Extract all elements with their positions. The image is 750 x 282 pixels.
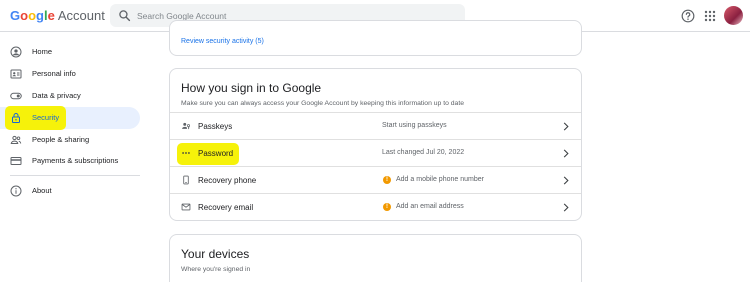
recovery-email-value: Add an email address (396, 203, 464, 210)
sidebar-item-label: Payments & subscriptions (32, 156, 119, 165)
security-activity-card: Review security activity (5) (169, 20, 582, 56)
phone-icon (183, 175, 189, 185)
sidebar-item-label: About (32, 186, 52, 195)
sidebar-item-label: Home (32, 47, 53, 56)
sidebar-item-people-sharing[interactable]: People & sharing (0, 129, 140, 151)
info-icon (10, 185, 22, 197)
apps-grid-icon[interactable] (704, 10, 716, 22)
email-icon (181, 203, 191, 211)
sidebar-item-label: Data & privacy (32, 91, 81, 100)
password-dots-icon (182, 152, 190, 154)
review-security-activity-link[interactable]: Review security activity (5) (181, 38, 264, 45)
warning-icon: ! (383, 203, 391, 211)
recovery-phone-value: Add a mobile phone number (396, 176, 484, 183)
logo-letter: G (10, 8, 21, 23)
sidebar-item-personal-info[interactable]: Personal info (0, 63, 140, 85)
signin-title: How you sign in to Google (181, 81, 322, 95)
chevron-right-icon (563, 149, 569, 158)
passkeys-value: Start using passkeys (382, 122, 447, 129)
signin-row-recovery-email[interactable]: Recovery email ! Add an email address (170, 193, 581, 220)
passkey-icon (182, 122, 190, 130)
devices-subtitle: Where you're signed in (181, 266, 251, 273)
signin-row-password[interactable]: Password Last changed Jul 20, 2022 (170, 139, 581, 166)
home-icon (10, 46, 22, 58)
signin-row-recovery-phone[interactable]: Recovery phone ! Add a mobile phone numb… (170, 166, 581, 193)
password-label: Password (198, 149, 234, 158)
logo-letter: e (47, 8, 55, 23)
sidebar-item-security[interactable]: Security (0, 106, 140, 130)
sidebar-item-home[interactable]: Home (0, 41, 140, 63)
people-icon (10, 135, 22, 144)
chevron-right-icon (563, 203, 569, 212)
sidebar-item-label: People & sharing (32, 135, 90, 144)
logo-letter: o (28, 8, 37, 23)
sidebar-item-label: Security (32, 113, 60, 122)
chevron-right-icon (563, 176, 569, 185)
sidebar: Home Personal info Data & privacy Securi… (0, 32, 165, 282)
sidebar-item-payments[interactable]: Payments & subscriptions (0, 150, 140, 172)
signin-subtitle: Make sure you can always access your Goo… (181, 100, 464, 107)
sidebar-divider (10, 175, 140, 176)
search-icon[interactable] (118, 9, 131, 22)
app-name: Account (57, 8, 105, 23)
recovery-email-label: Recovery email (198, 203, 254, 212)
warning-icon: ! (383, 176, 391, 184)
signin-card: How you sign in to Google Make sure you … (169, 68, 582, 221)
signin-row-passkeys[interactable]: Passkeys Start using passkeys (170, 112, 581, 139)
sidebar-item-about[interactable]: About (0, 180, 140, 202)
credit-card-icon (10, 157, 22, 165)
chevron-right-icon (563, 122, 569, 131)
lock-icon (12, 113, 20, 123)
id-card-icon (10, 69, 22, 79)
google-account-logo[interactable]: Google Account (10, 8, 105, 23)
logo-letter: g (36, 8, 44, 23)
passkeys-label: Passkeys (198, 122, 233, 131)
password-value: Last changed Jul 20, 2022 (382, 149, 465, 156)
logo-letter: o (20, 8, 29, 23)
help-icon[interactable] (681, 9, 695, 23)
devices-card: Your devices Where you're signed in (169, 234, 582, 282)
recovery-phone-label: Recovery phone (198, 176, 257, 185)
sidebar-item-data-privacy[interactable]: Data & privacy (0, 85, 140, 107)
avatar[interactable] (724, 6, 743, 25)
toggle-icon (10, 92, 22, 100)
sidebar-item-label: Personal info (32, 69, 76, 78)
devices-title: Your devices (181, 247, 250, 261)
